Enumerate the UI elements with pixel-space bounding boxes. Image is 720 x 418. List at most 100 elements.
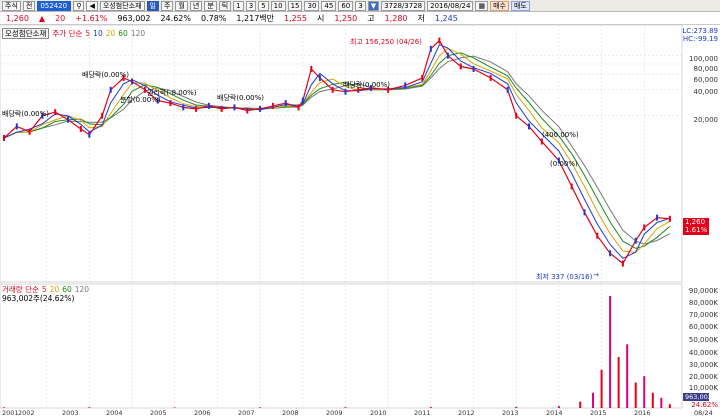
hc-label: HC:-99.19 <box>682 35 718 43</box>
x-tick-2014: 2014 <box>546 409 563 417</box>
vol-tick-50000k: 50,000K <box>688 336 718 344</box>
count-field[interactable]: 3728/3728 <box>381 0 426 11</box>
ratio-value: 0.78% <box>200 13 227 23</box>
price-tick-80000: 80,000 <box>693 65 719 73</box>
volume-bar <box>651 392 654 408</box>
current-price: 1,260 <box>6 13 29 23</box>
x-tick-2001: 2001 <box>2 409 19 417</box>
price-candle <box>169 100 172 107</box>
date-field[interactable]: 2016/08/24 <box>427 0 474 11</box>
interval-5-button[interactable]: 5 <box>258 0 269 11</box>
volume-legend-ma120: 120 <box>74 285 90 294</box>
interval-1-button[interactable]: 1 <box>233 0 244 11</box>
calendar-icon[interactable]: ▦ <box>475 0 489 11</box>
current-volume-tag: 963,002 <box>683 393 712 401</box>
interval-45-button[interactable]: 45 <box>321 0 337 11</box>
annot-split-0: (0.00%) <box>550 160 578 168</box>
legend-ma60: 60 <box>118 29 128 38</box>
volume-bar <box>660 397 663 408</box>
price-candle <box>271 102 274 109</box>
period-month-button[interactable]: 월 <box>175 0 188 11</box>
volume-bar <box>515 406 518 408</box>
legend-ma-label: 주가 단순 <box>52 29 83 38</box>
price-candle <box>284 100 287 107</box>
price-candle <box>621 260 624 267</box>
price-candle <box>656 214 659 221</box>
current-volume-tag-pct: 24.62% <box>691 401 718 409</box>
interval-10-button[interactable]: 10 <box>270 0 286 11</box>
price-candle <box>233 104 236 111</box>
search-button[interactable]: 전 <box>22 0 36 11</box>
low-label: 저 <box>417 13 425 23</box>
volume-bar <box>592 392 595 408</box>
volume-bar <box>668 404 671 408</box>
volume-bar <box>634 382 637 408</box>
prev-icon[interactable]: ◀ <box>86 0 98 11</box>
price-legend: 오성첨단소재 주가 단순 5 10 20 60 120 <box>2 28 145 39</box>
price-panel-frame <box>0 25 683 283</box>
interval-30-button[interactable]: 30 <box>304 0 320 11</box>
volume-bar <box>88 407 91 408</box>
volume-bar <box>344 407 347 408</box>
price-candle <box>28 128 31 135</box>
price-candle <box>54 109 57 116</box>
sell-button[interactable]: 매도 <box>510 0 530 11</box>
price-candle <box>88 131 91 138</box>
x-tick-2016: 2016 <box>634 409 651 417</box>
price-tick-40000: 40,000 <box>693 88 719 96</box>
annot-dividend-2001: 배당락(0.00%) <box>2 110 50 118</box>
x-tick-2009: 2009 <box>326 409 343 417</box>
period-day-button[interactable]: 일 <box>146 0 159 11</box>
interval-15-button[interactable]: 15 <box>287 0 303 11</box>
price-candle <box>246 107 249 114</box>
volume-bar <box>557 406 560 408</box>
period-week-button[interactable]: 주 <box>160 0 174 11</box>
volume-current-row: 963,002주(24.62%) <box>2 293 74 304</box>
low-arrow-icon: → <box>593 271 599 279</box>
period-tick-button[interactable]: 틱 <box>218 0 232 11</box>
vol-tick-70000k: 70,000K <box>688 311 718 319</box>
dropdown-icon[interactable]: ▼ <box>367 0 380 11</box>
menu-button[interactable]: 주식 <box>2 0 21 11</box>
up-arrow-icon: ▲ <box>38 13 46 23</box>
period-minute-button[interactable]: 분 <box>204 0 217 11</box>
legend-ma10: 10 <box>93 29 103 38</box>
x-tick-current-date: 08/24 <box>694 409 713 417</box>
volume-bar <box>429 407 432 408</box>
volume-bar <box>643 376 646 408</box>
stock-code-input[interactable]: 052420 <box>37 0 72 11</box>
current-volume-tag-value: 963,002 <box>685 393 712 401</box>
price-candle <box>528 123 531 130</box>
stock-name-field[interactable]: 오성첨단소재 <box>99 0 145 11</box>
buy-button[interactable]: 매수 <box>490 0 509 11</box>
x-tick-2012: 2012 <box>458 409 475 417</box>
open-label: 시 <box>316 13 325 23</box>
interval-custom-button[interactable]: 3 <box>355 0 366 11</box>
volume-bar <box>173 407 176 408</box>
volume-panel-frame <box>0 283 683 409</box>
legend-stock-name[interactable]: 오성첨단소재 <box>2 28 50 39</box>
current-price-tag-value: 1,260 <box>685 218 706 226</box>
price-candle <box>195 105 198 112</box>
period-year-button[interactable]: 년 <box>189 0 203 11</box>
x-tick-2006: 2006 <box>194 409 211 417</box>
annot-dividend-2007: 배당락(0.00%) <box>217 94 265 102</box>
price-candle <box>668 215 671 222</box>
price-candle <box>79 125 82 132</box>
volume-current-value: 963,002주(24.62%) <box>2 294 75 303</box>
volume-bar <box>3 407 5 408</box>
price-candle <box>596 232 599 239</box>
interval-3-button[interactable]: 3 <box>245 0 257 11</box>
price-candle <box>489 74 492 81</box>
price-candle <box>109 86 112 93</box>
lc-label: LC:273.89 <box>682 27 718 35</box>
price-candle <box>583 209 586 216</box>
x-tick-2008: 2008 <box>282 409 299 417</box>
search-icon[interactable]: ⚲ <box>73 0 85 11</box>
turnover-pct: 24.62% <box>160 13 191 23</box>
interval-60-button[interactable]: 60 <box>338 0 354 11</box>
price-candle <box>459 63 462 70</box>
x-tick-2010: 2010 <box>370 409 387 417</box>
volume-bar <box>626 344 629 408</box>
vol-tick-30000k: 30,000K <box>688 361 718 369</box>
